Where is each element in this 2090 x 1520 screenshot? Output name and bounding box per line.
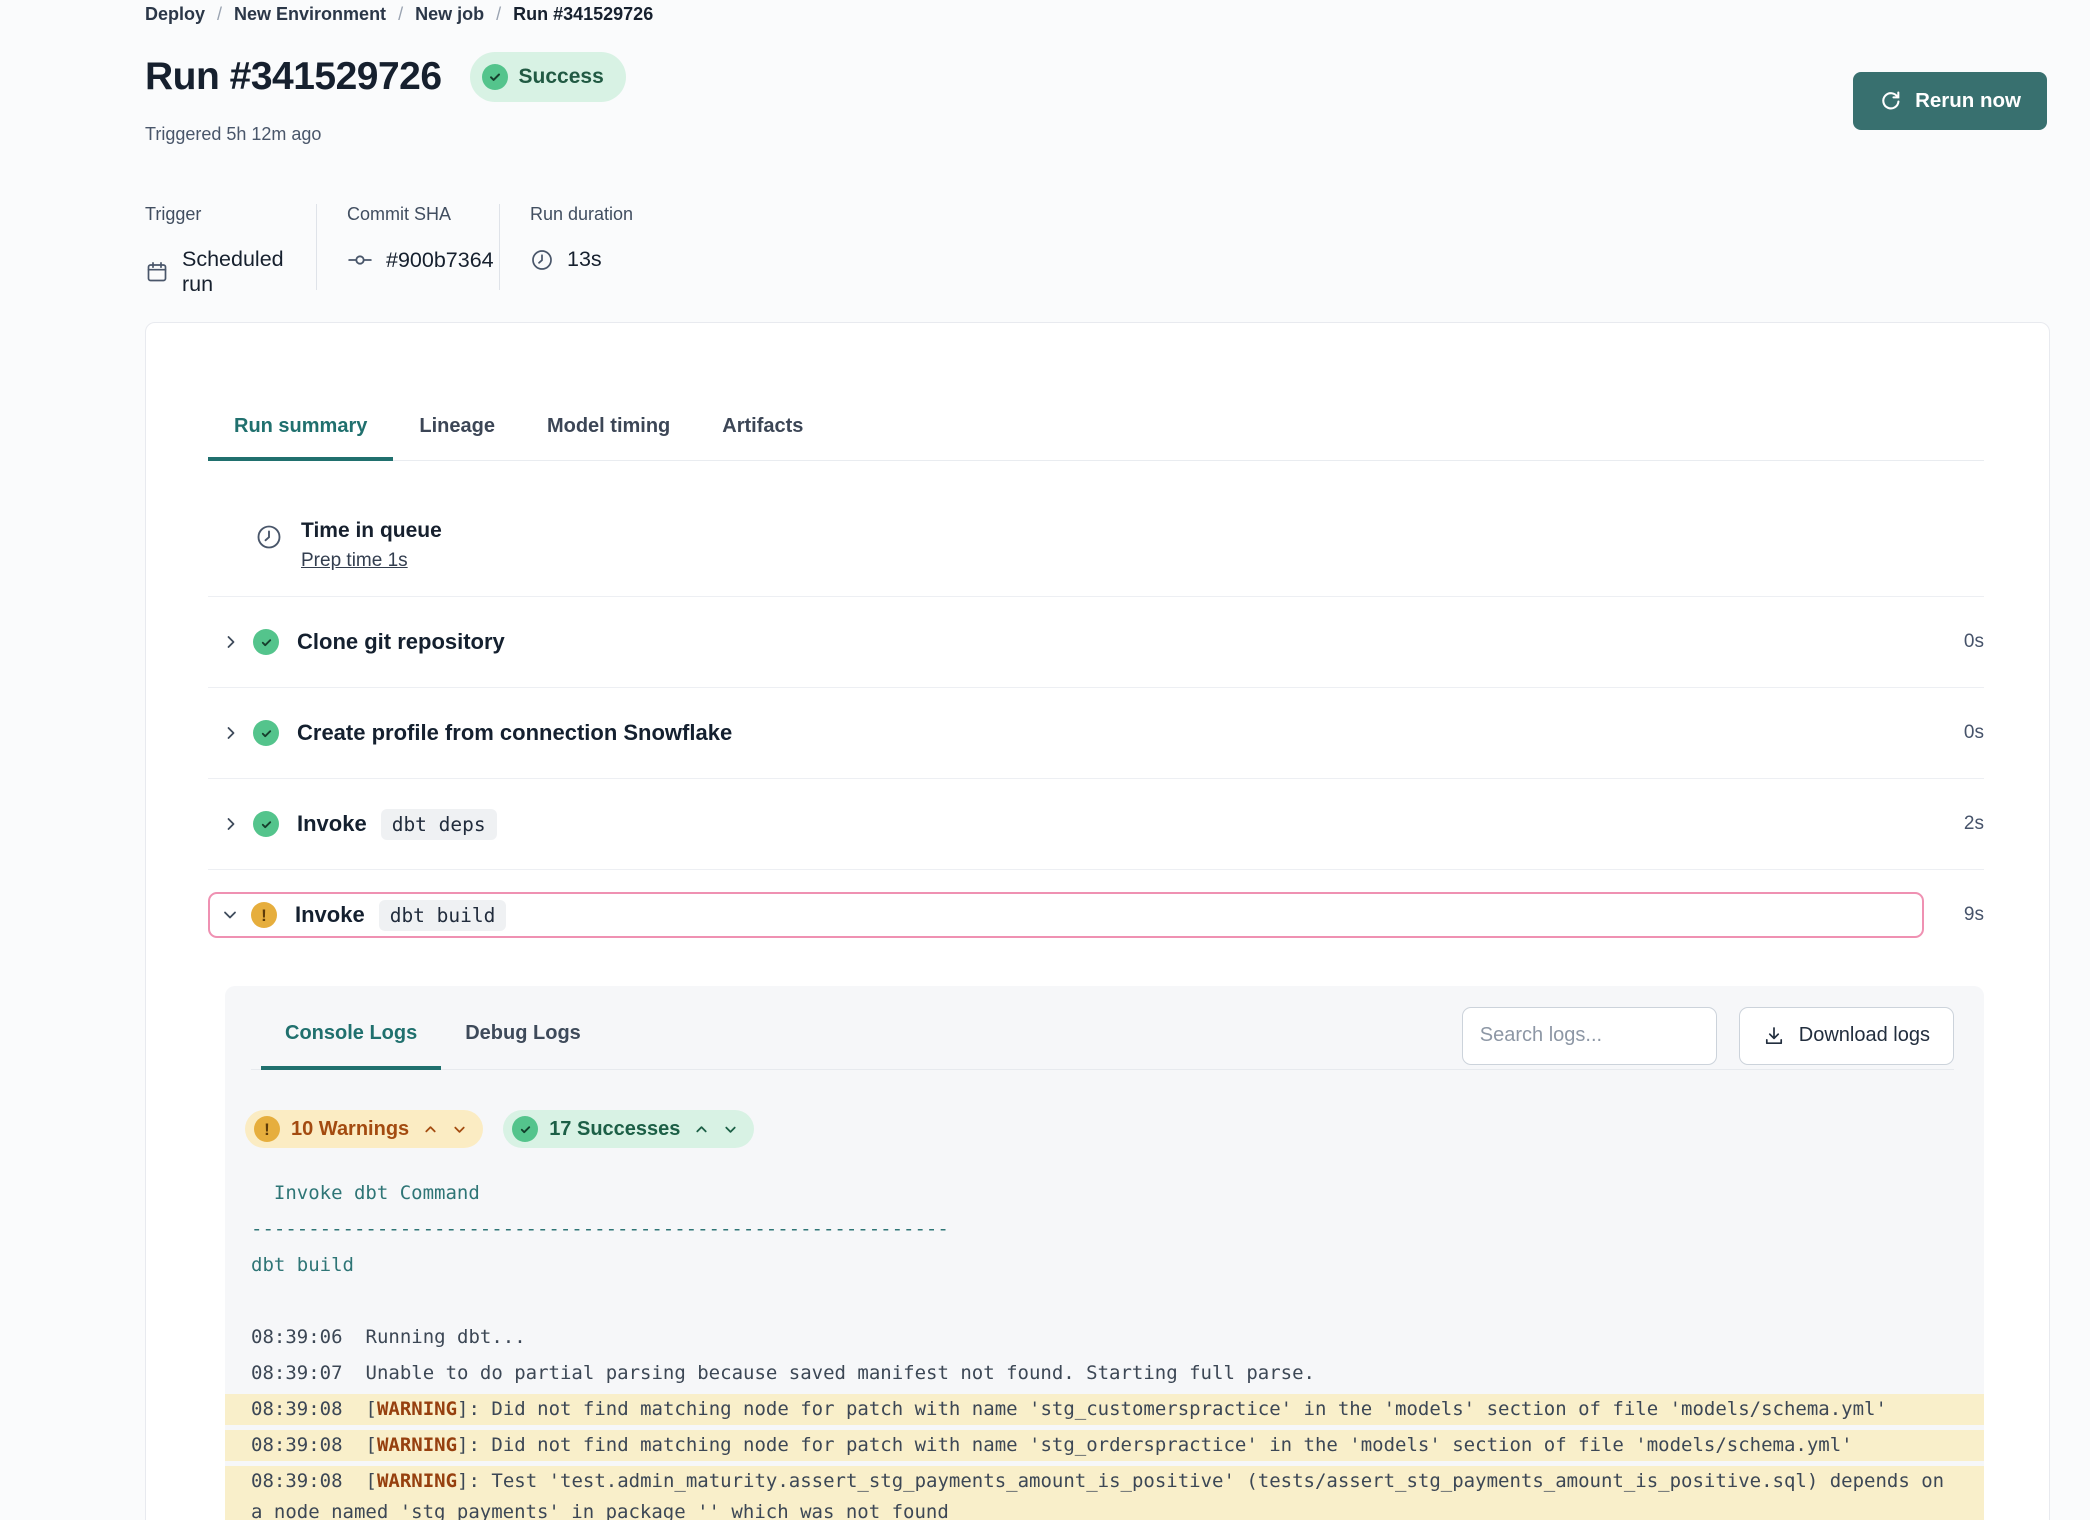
run-detail-page: Deploy / New Environment / New job / Run… xyxy=(0,0,2090,1520)
trigger-value: Scheduled run xyxy=(182,247,316,297)
step-create-profile[interactable]: Create profile from connection Snowflake… xyxy=(208,687,1984,778)
breadcrumb: Deploy / New Environment / New job / Run… xyxy=(145,4,653,25)
breadcrumb-separator: / xyxy=(496,4,501,25)
meta-duration: Run duration 13s xyxy=(500,204,633,290)
warning-icon: ! xyxy=(254,1116,280,1142)
breadcrumb-job[interactable]: New job xyxy=(415,4,484,25)
tab-artifacts[interactable]: Artifacts xyxy=(696,395,829,460)
card-content: Time in queue Prep time 1s Clone git rep… xyxy=(146,461,2049,1520)
tab-lineage[interactable]: Lineage xyxy=(393,395,521,460)
status-badge-label: Success xyxy=(519,65,604,89)
tab-run-summary[interactable]: Run summary xyxy=(208,395,393,461)
clock-icon xyxy=(530,248,554,272)
log-line-info: 08:39:06Running dbt... xyxy=(251,1322,1954,1353)
step-duration: 0s xyxy=(1964,722,1984,744)
step-success-icon xyxy=(253,629,279,655)
step-command-chip: dbt deps xyxy=(381,809,497,840)
breadcrumb-separator: / xyxy=(398,4,403,25)
commit-value: #900b7364 xyxy=(386,248,494,273)
log-panel: Console Logs Debug Logs Download logs xyxy=(225,986,1984,1520)
log-line-warning: 08:39:08[WARNING]: Did not find matching… xyxy=(225,1430,1984,1461)
step-duration: 0s xyxy=(1964,631,1984,653)
log-line-info: 08:39:07Unable to do partial parsing bec… xyxy=(251,1358,1954,1389)
success-check-icon xyxy=(512,1116,538,1142)
log-toolbar: Console Logs Debug Logs Download logs xyxy=(251,1002,1954,1070)
breadcrumb-environment[interactable]: New Environment xyxy=(234,4,386,25)
step-clone-git-repository[interactable]: Clone git repository 0s xyxy=(208,596,1984,687)
log-line-warning: 08:39:08[WARNING]: Test 'test.admin_matu… xyxy=(225,1466,1984,1520)
warnings-badge[interactable]: ! 10 Warnings xyxy=(245,1110,483,1148)
log-filter-badges: ! 10 Warnings 17 Successes xyxy=(245,1110,1954,1148)
download-icon xyxy=(1763,1025,1785,1047)
log-line-blank xyxy=(251,1286,1954,1317)
commit-label: Commit SHA xyxy=(347,204,499,225)
step-duration: 2s xyxy=(1964,813,1984,835)
tab-debug-logs[interactable]: Debug Logs xyxy=(441,1002,605,1069)
step-warning-icon: ! xyxy=(251,902,277,928)
meta-commit: Commit SHA #900b7364 xyxy=(317,204,500,290)
chevron-down-icon[interactable] xyxy=(723,1122,738,1137)
log-line-command: Invoke dbt Command xyxy=(251,1178,1954,1209)
calendar-icon xyxy=(145,260,169,284)
search-logs-input[interactable] xyxy=(1462,1007,1717,1065)
chevron-down-icon[interactable] xyxy=(222,907,238,923)
console-log-output: Invoke dbt Command ---------------------… xyxy=(251,1178,1954,1520)
log-actions: Download logs xyxy=(1462,1007,1954,1065)
time-in-queue-title: Time in queue xyxy=(301,519,442,543)
successes-badge[interactable]: 17 Successes xyxy=(503,1110,754,1148)
prep-time-link[interactable]: Prep time 1s xyxy=(301,550,442,572)
step-duration: 9s xyxy=(1964,904,1984,926)
step-success-icon xyxy=(253,811,279,837)
triggered-time: Triggered 5h 12m ago xyxy=(145,124,321,145)
chevron-up-icon[interactable] xyxy=(423,1122,438,1137)
chevron-right-icon[interactable] xyxy=(223,634,239,650)
tab-model-timing[interactable]: Model timing xyxy=(521,395,696,460)
step-invoke-dbt-build-row: ! Invoke dbt build 9s xyxy=(208,869,1984,938)
step-invoke-dbt-build[interactable]: ! Invoke dbt build xyxy=(208,892,1924,938)
chevron-up-icon[interactable] xyxy=(694,1122,709,1137)
breadcrumb-run: Run #341529726 xyxy=(513,4,653,25)
success-check-icon xyxy=(482,64,508,90)
duration-label: Run duration xyxy=(530,204,633,225)
download-logs-button[interactable]: Download logs xyxy=(1739,1007,1954,1065)
warnings-badge-label: 10 Warnings xyxy=(291,1118,409,1141)
page-title: Run #341529726 xyxy=(145,55,442,99)
step-label: Clone git repository xyxy=(297,629,505,655)
successes-badge-label: 17 Successes xyxy=(549,1118,680,1141)
step-label: Invoke xyxy=(297,811,367,837)
step-label: Create profile from connection Snowflake xyxy=(297,720,732,746)
download-logs-label: Download logs xyxy=(1799,1024,1930,1047)
log-line-separator: ----------------------------------------… xyxy=(251,1214,1954,1245)
step-invoke-dbt-deps[interactable]: Invoke dbt deps 2s xyxy=(208,778,1984,869)
rerun-now-label: Rerun now xyxy=(1915,89,2021,113)
status-badge: Success xyxy=(470,52,626,102)
chevron-down-icon[interactable] xyxy=(452,1122,467,1137)
meta-trigger: Trigger Scheduled run xyxy=(145,204,317,290)
step-success-icon xyxy=(253,720,279,746)
clock-icon xyxy=(255,523,283,572)
run-tabs: Run summary Lineage Model timing Artifac… xyxy=(208,395,1984,461)
log-line-warning: 08:39:08[WARNING]: Did not find matching… xyxy=(225,1394,1984,1425)
rerun-now-button[interactable]: Rerun now xyxy=(1853,72,2047,130)
chevron-right-icon[interactable] xyxy=(223,816,239,832)
log-line-command: dbt build xyxy=(251,1250,1954,1281)
run-meta: Trigger Scheduled run Commit SHA #900b73… xyxy=(145,204,633,290)
log-tabs: Console Logs Debug Logs xyxy=(261,1002,605,1069)
time-in-queue: Time in queue Prep time 1s xyxy=(208,461,1984,596)
tab-console-logs[interactable]: Console Logs xyxy=(261,1002,441,1070)
breadcrumb-separator: / xyxy=(217,4,222,25)
step-command-chip: dbt build xyxy=(379,900,507,931)
commit-icon xyxy=(347,247,373,273)
chevron-right-icon[interactable] xyxy=(223,725,239,741)
title-row: Run #341529726 Success xyxy=(145,52,626,102)
breadcrumb-deploy[interactable]: Deploy xyxy=(145,4,205,25)
duration-value: 13s xyxy=(567,247,602,272)
step-label: Invoke xyxy=(295,902,365,928)
run-summary-card: Run summary Lineage Model timing Artifac… xyxy=(145,322,2050,1520)
trigger-label: Trigger xyxy=(145,204,316,225)
refresh-icon xyxy=(1879,90,1902,113)
